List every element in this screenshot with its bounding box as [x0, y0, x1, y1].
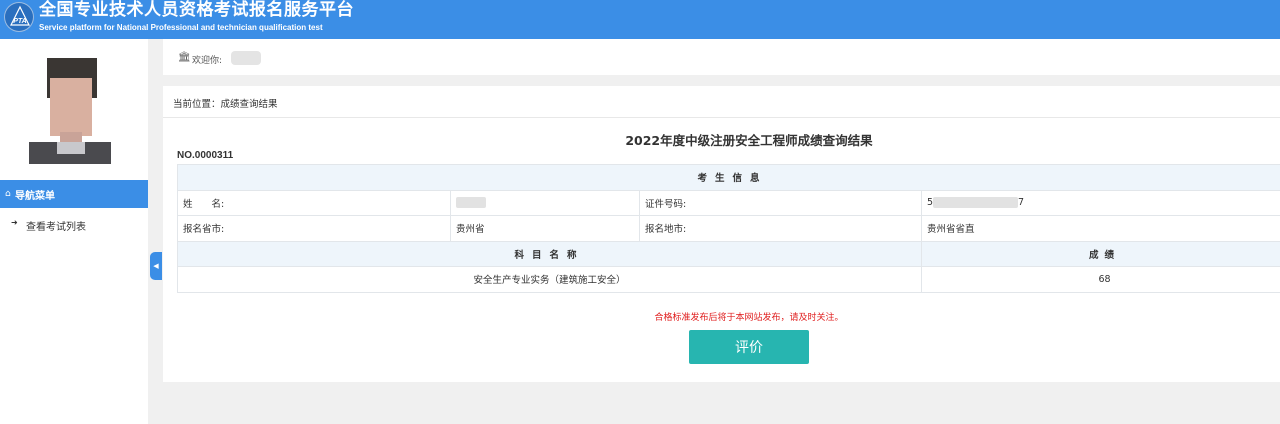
city-value: 贵州省省直 [920, 215, 1280, 242]
table-row: 安全生产专业实务（建筑施工安全） 68 [177, 266, 1280, 293]
svg-text:PTA: PTA [13, 18, 26, 25]
subject-score: 68 [920, 266, 1280, 293]
table-row: 姓 名: 证件号码: 57 [177, 189, 1280, 216]
main-panel: 当前位置：成绩查询结果 2022年度中级注册安全工程师成绩查询结果 NO.000… [163, 86, 1280, 382]
chevron-left-icon: ◀ [153, 262, 159, 270]
user-name-masked [231, 51, 261, 65]
id-value: 57 [920, 189, 1280, 216]
province-label: 报名省市: [177, 215, 451, 242]
breadcrumb: 当前位置：成绩查询结果 [173, 99, 278, 110]
notice-text: 合格标准发布后将于本网站发布，请及时关注。 [654, 313, 844, 323]
evaluate-button[interactable]: 评价 [689, 330, 809, 364]
welcome-bar: 🏛 欢迎你: [163, 39, 1280, 75]
welcome-label: 欢迎你: [192, 56, 223, 66]
bank-icon: 🏛 [178, 52, 191, 63]
score-header: 成绩 [920, 240, 1280, 267]
city-label: 报名地市: [639, 215, 922, 242]
sidebar-item-exam-list[interactable]: ➜ 查看考试列表 [0, 215, 148, 233]
name-label: 姓 名: [177, 189, 451, 216]
site-subtitle: Service platform for National Profession… [39, 23, 323, 32]
pta-logo: PTA [4, 2, 34, 32]
site-header: PTA 全国专业技术人员资格考试报名服务平台 Service platform … [0, 0, 1280, 39]
nav-menu-header[interactable]: ⌂ 导航菜单 [0, 180, 148, 208]
serial-number: NO.0000311 [177, 150, 234, 161]
nav-menu-label: 导航菜单 [15, 191, 55, 202]
sign-in-icon: ➜ [11, 218, 18, 227]
sidebar-item-label: 查看考试列表 [26, 222, 86, 233]
section-header-cell: 考生信息 [176, 164, 1280, 191]
name-value [450, 189, 640, 216]
divider [163, 117, 1280, 118]
table-row: 报名省市: 贵州省 报名地市: 贵州省省直 [177, 215, 1280, 242]
subject-header: 科目名称 [177, 240, 922, 267]
sidebar-collapse-toggle[interactable]: ◀ [150, 252, 162, 280]
province-value: 贵州省 [450, 215, 640, 242]
subject-name: 安全生产专业实务（建筑施工安全） [177, 266, 922, 293]
sidebar: ⌂ 导航菜单 ➜ 查看考试列表 [0, 39, 148, 424]
home-icon: ⌂ [5, 189, 11, 199]
table-section-header: 考生信息 [176, 164, 1280, 191]
id-label: 证件号码: [639, 189, 922, 216]
avatar [27, 56, 113, 164]
site-title: 全国专业技术人员资格考试报名服务平台 [39, 0, 354, 20]
table-header-row: 科目名称 成绩 [177, 240, 1280, 267]
score-table: 考生信息 姓 名: 证件号码: 57 报名省市: 贵州省 报名地市: 贵州省省直… [176, 164, 1280, 293]
page-title: 2022年度中级注册安全工程师成绩查询结果 [625, 133, 873, 148]
